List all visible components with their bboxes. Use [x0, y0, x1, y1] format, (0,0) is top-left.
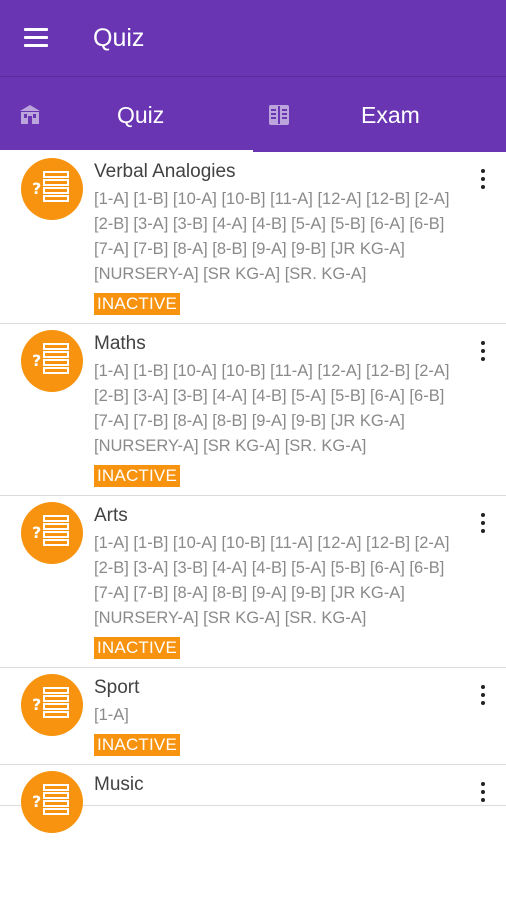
quiz-icon[interactable]: ? [21, 330, 83, 392]
tab-quiz[interactable]: Quiz [0, 77, 253, 153]
quiz-title: Sport [94, 677, 140, 698]
status-badge: INACTIVE [94, 734, 181, 756]
quiz-title: Maths [94, 333, 146, 354]
tab-quiz-label: Quiz [117, 102, 165, 128]
svg-text:?: ? [32, 179, 41, 198]
exam-book-icon [269, 105, 289, 125]
svg-text:?: ? [32, 351, 41, 370]
more-options-icon[interactable] [478, 781, 488, 803]
quiz-classes: [1-A] [1-B] [10-A] [10-B] [11-A] [12-A] … [94, 190, 450, 283]
status-badge: INACTIVE [94, 637, 181, 659]
list-item[interactable]: ? Music [0, 765, 506, 833]
more-options-icon[interactable] [478, 340, 488, 362]
status-badge: INACTIVE [94, 293, 181, 315]
svg-text:?: ? [32, 792, 41, 811]
quiz-classes: [1-A] [1-B] [10-A] [10-B] [11-A] [12-A] … [94, 362, 450, 455]
quiz-classes: [1-A] [94, 706, 129, 724]
status-badge: INACTIVE [94, 465, 181, 487]
quiz-title: Verbal Analogies [94, 161, 236, 182]
svg-text:?: ? [32, 523, 41, 542]
quiz-title: Music [94, 774, 144, 795]
app-bar: Quiz [0, 0, 506, 76]
svg-text:?: ? [32, 695, 41, 714]
quiz-title: Arts [94, 505, 128, 526]
tab-exam-label: Exam [361, 102, 420, 128]
tab-exam[interactable]: Exam [253, 77, 506, 153]
quiz-list: ? Verbal Analogies [1-A] [1-B] [10-A] [1… [0, 152, 506, 833]
tab-bar: Quiz Exam [0, 76, 506, 153]
quiz-icon[interactable]: ? [21, 502, 83, 564]
quiz-icon[interactable]: ? [21, 771, 83, 833]
list-item[interactable]: ? Maths [1-A] [1-B] [10-A] [10-B] [11-A]… [0, 324, 506, 496]
page-title: Quiz [93, 24, 145, 52]
hamburger-menu-icon[interactable] [22, 26, 50, 50]
school-icon [20, 105, 40, 124]
list-item[interactable]: ? Sport [1-A] INACTIVE [0, 668, 506, 765]
list-item[interactable]: ? Verbal Analogies [1-A] [1-B] [10-A] [1… [0, 152, 506, 324]
more-options-icon[interactable] [478, 512, 488, 534]
list-item[interactable]: ? Arts [1-A] [1-B] [10-A] [10-B] [11-A] … [0, 496, 506, 668]
more-options-icon[interactable] [478, 684, 488, 706]
quiz-icon[interactable]: ? [21, 158, 83, 220]
quiz-icon[interactable]: ? [21, 674, 83, 736]
more-options-icon[interactable] [478, 168, 488, 190]
quiz-classes: [1-A] [1-B] [10-A] [10-B] [11-A] [12-A] … [94, 534, 450, 627]
